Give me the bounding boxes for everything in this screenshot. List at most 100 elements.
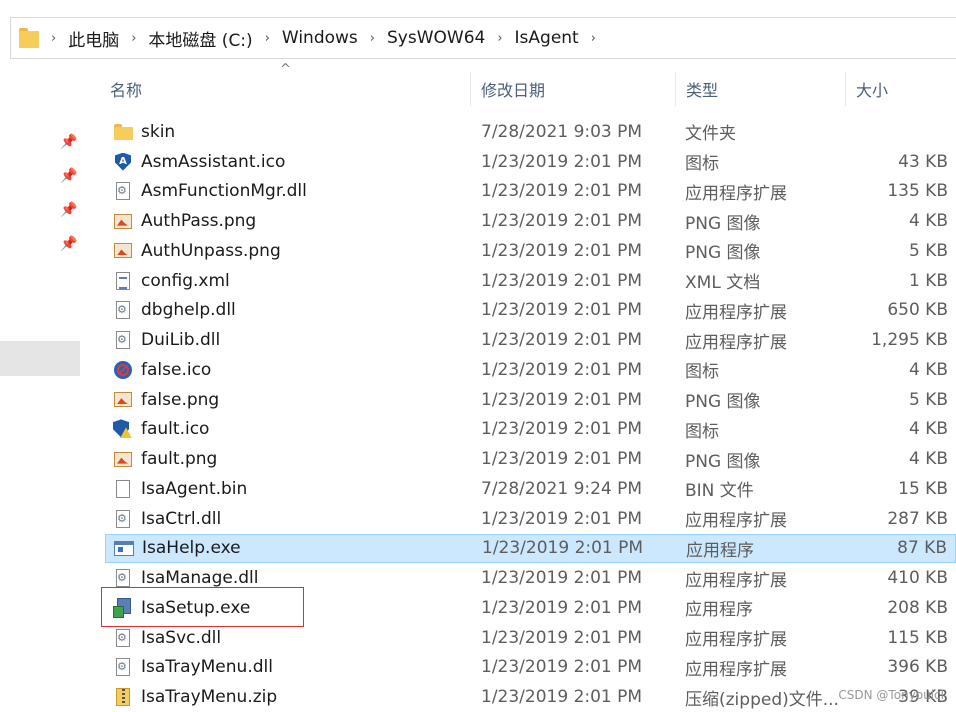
- file-size: 208 KB: [887, 597, 948, 618]
- file-type: PNG 图像: [685, 451, 761, 472]
- chevron-right-icon[interactable]: ›: [497, 31, 502, 46]
- file-row[interactable]: IsaManage.dll 1/23/2019 2:01 PM 应用程序扩展 410 …: [105, 563, 956, 593]
- file-size: 4 KB: [908, 419, 948, 440]
- folder-icon: [19, 27, 39, 49]
- file-name: AsmAssistant.ico: [141, 151, 286, 172]
- watermark: CSDN @Tonyoulcl: [838, 688, 944, 702]
- file-row-selected[interactable]: IsaHelp.exe 1/23/2019 2:01 PM 应用程序 87 KB: [105, 533, 956, 564]
- file-type: PNG 图像: [685, 392, 761, 413]
- file-name: AsmFunctionMgr.dll: [141, 181, 307, 202]
- column-header-type[interactable]: 类型: [675, 72, 845, 106]
- dll-icon: [116, 331, 130, 350]
- application-icon: [114, 540, 134, 556]
- file-row[interactable]: config.xml 1/23/2019 2:01 PM XML 文档 1 KB: [105, 266, 956, 296]
- file-size: 87 KB: [897, 538, 947, 559]
- breadcrumb-syswow64[interactable]: SysWOW64: [387, 28, 485, 48]
- file-type: 图标: [685, 362, 719, 383]
- file-row[interactable]: fault.ico 1/23/2019 2:01 PM 图标 4 KB: [105, 415, 956, 445]
- file-size: 135 KB: [887, 181, 948, 202]
- blank-file-icon: [116, 479, 130, 498]
- file-row[interactable]: IsaAgent.bin 7/28/2021 9:24 PM BIN 文件 15 KB: [105, 474, 956, 504]
- file-date: 1/23/2019 2:01 PM: [481, 151, 643, 172]
- file-name: DuiLib.dll: [141, 330, 221, 351]
- file-type: 应用程序扩展: [685, 183, 787, 204]
- file-row[interactable]: AsmFunctionMgr.dll 1/23/2019 2:01 PM 应用程序扩…: [105, 177, 956, 207]
- pin-icon[interactable]: 📌: [60, 236, 78, 254]
- file-list: skin 7/28/2021 9:03 PM 文件夹 A AsmAssistant.i…: [101, 117, 956, 712]
- chevron-right-icon[interactable]: ›: [265, 31, 270, 46]
- file-date: 1/23/2019 2:01 PM: [481, 419, 643, 440]
- chevron-right-icon[interactable]: ›: [51, 31, 56, 46]
- file-row[interactable]: IsaSvc.dll 1/23/2019 2:01 PM 应用程序扩展 115 KB: [105, 623, 956, 653]
- file-date: 1/23/2019 2:01 PM: [481, 597, 643, 618]
- image-icon: [114, 451, 132, 467]
- file-row[interactable]: A AsmAssistant.ico 1/23/2019 2:01 PM 图标 43 K…: [105, 147, 956, 177]
- file-name: fault.png: [141, 449, 218, 470]
- file-name: IsaCtrl.dll: [141, 508, 222, 529]
- chevron-right-icon[interactable]: ›: [591, 31, 596, 46]
- file-name: false.png: [141, 389, 220, 410]
- file-row-highlighted[interactable]: IsaSetup.exe 1/23/2019 2:01 PM 应用程序 208 KB: [101, 587, 956, 627]
- file-name: skin: [141, 121, 176, 142]
- file-name: false.ico: [141, 359, 212, 380]
- breadcrumb-isagent[interactable]: IsAgent: [515, 28, 579, 48]
- file-date: 1/23/2019 2:01 PM: [481, 657, 643, 678]
- pin-icon[interactable]: 📌: [60, 134, 78, 152]
- file-name: fault.ico: [141, 419, 210, 440]
- file-type: PNG 图像: [685, 213, 761, 234]
- file-row[interactable]: dbghelp.dll 1/23/2019 2:01 PM 应用程序扩展 650 KB: [105, 296, 956, 326]
- pin-icon[interactable]: 📌: [60, 168, 78, 186]
- column-header-name[interactable]: 名称: [100, 72, 470, 106]
- file-date: 1/23/2019 2:01 PM: [481, 181, 643, 202]
- file-name: AuthUnpass.png: [141, 240, 281, 261]
- file-row[interactable]: fault.png 1/23/2019 2:01 PM PNG 图像 4 KB: [105, 444, 956, 474]
- file-type: 应用程序扩展: [685, 302, 787, 323]
- column-header-date[interactable]: 修改日期: [470, 72, 675, 106]
- file-row[interactable]: IsaCtrl.dll 1/23/2019 2:01 PM 应用程序扩展 287 KB: [105, 504, 956, 534]
- breadcrumb-windows[interactable]: Windows: [282, 28, 358, 48]
- file-row[interactable]: false.png 1/23/2019 2:01 PM PNG 图像 5 KB: [105, 385, 956, 415]
- file-name: config.xml: [141, 270, 230, 291]
- file-name: IsaTrayMenu.zip: [141, 687, 278, 708]
- file-name: IsaHelp.exe: [142, 538, 241, 559]
- file-date: 7/28/2021 9:03 PM: [481, 121, 643, 142]
- file-size: 5 KB: [908, 240, 948, 261]
- dll-icon: [116, 658, 130, 677]
- file-name: IsaAgent.bin: [141, 478, 248, 499]
- file-row[interactable]: AuthUnpass.png 1/23/2019 2:01 PM PNG 图像 5 K…: [105, 236, 956, 266]
- dll-icon: [116, 301, 130, 320]
- file-row[interactable]: AuthPass.png 1/23/2019 2:01 PM PNG 图像 4 KB: [105, 206, 956, 236]
- file-size: 1 KB: [908, 270, 948, 291]
- nav-pane-selected-item[interactable]: [0, 341, 80, 376]
- file-name: IsaSvc.dll: [141, 627, 222, 648]
- address-bar[interactable]: › 此电脑 › 本地磁盘 (C:) › Windows › SysWOW64 ›…: [10, 17, 956, 59]
- file-size: 4 KB: [908, 359, 948, 380]
- chevron-right-icon[interactable]: ›: [370, 31, 375, 46]
- breadcrumb-local-disk[interactable]: 本地磁盘 (C:): [148, 26, 252, 51]
- file-size: 4 KB: [908, 449, 948, 470]
- file-type: 应用程序扩展: [685, 332, 787, 353]
- file-date: 1/23/2019 2:01 PM: [481, 389, 643, 410]
- column-header-size[interactable]: 大小: [845, 72, 956, 106]
- breadcrumb-this-pc[interactable]: 此电脑: [68, 26, 119, 51]
- file-row[interactable]: IsaTrayMenu.dll 1/23/2019 2:01 PM 应用程序扩展 39…: [105, 653, 956, 683]
- image-icon: [114, 392, 132, 408]
- file-name: IsaManage.dll: [141, 568, 259, 589]
- file-row[interactable]: IsaTrayMenu.zip 1/23/2019 2:01 PM 压缩(zippe…: [105, 682, 956, 712]
- pin-icon[interactable]: 📌: [60, 202, 78, 220]
- file-row[interactable]: false.ico 1/23/2019 2:01 PM 图标 4 KB: [105, 355, 956, 385]
- file-date: 1/23/2019 2:01 PM: [481, 270, 643, 291]
- warning-shield-icon: [113, 419, 133, 439]
- file-row[interactable]: skin 7/28/2021 9:03 PM 文件夹: [105, 117, 956, 147]
- file-row[interactable]: DuiLib.dll 1/23/2019 2:01 PM 应用程序扩展 1,295 K…: [105, 325, 956, 355]
- file-size: 5 KB: [908, 389, 948, 410]
- file-size: 410 KB: [887, 568, 948, 589]
- file-date: 1/23/2019 2:01 PM: [481, 300, 643, 321]
- image-icon: [114, 213, 132, 229]
- file-size: 43 KB: [898, 151, 948, 172]
- chevron-right-icon[interactable]: ›: [131, 31, 136, 46]
- file-type: 应用程序扩展: [685, 511, 787, 532]
- file-size: 115 KB: [887, 627, 948, 648]
- file-date: 1/23/2019 2:01 PM: [481, 211, 643, 232]
- folder-icon: [113, 123, 133, 140]
